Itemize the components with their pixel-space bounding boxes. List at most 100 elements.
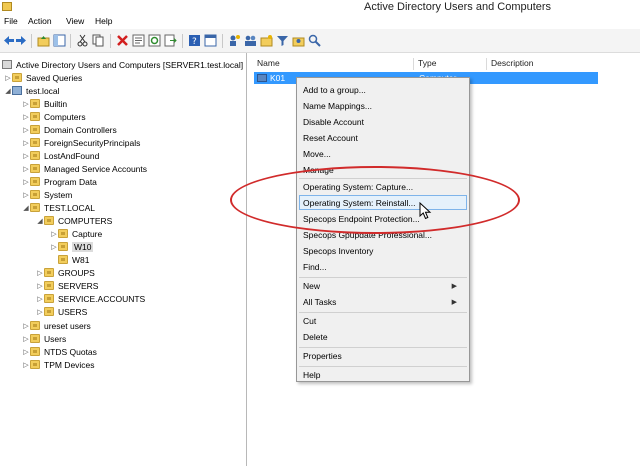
expand-arrow-icon[interactable]: ▷ xyxy=(22,113,30,121)
tree-item-ntds-quotas[interactable]: ▷ NTDS Quotas xyxy=(22,345,97,358)
menu-separator xyxy=(299,312,467,313)
tree-item-w81[interactable]: W81 xyxy=(58,253,89,266)
tree-item-users-ou[interactable]: ▷ USERS xyxy=(36,305,87,318)
console-icon[interactable] xyxy=(204,34,217,47)
menu-view[interactable]: View xyxy=(66,16,84,26)
tree-item-foreign-security-principals[interactable]: ▷ ForeignSecurityPrincipals xyxy=(22,136,140,149)
tree-item-label: GROUPS xyxy=(58,267,95,278)
tree-item-domain-controllers[interactable]: ▷ Domain Controllers xyxy=(22,123,116,136)
filter-icon[interactable] xyxy=(276,34,289,47)
column-header-name[interactable]: Name xyxy=(254,58,414,70)
expand-arrow-icon[interactable]: ▷ xyxy=(22,322,30,330)
collapse-arrow-icon[interactable]: ◢ xyxy=(36,217,44,225)
expand-arrow-icon[interactable]: ▷ xyxy=(22,335,30,343)
menu-item-specops-inventory[interactable]: Specops Inventory xyxy=(303,244,373,258)
tree-item-users[interactable]: ▷ Users xyxy=(22,332,66,345)
menu-item-move[interactable]: Move... xyxy=(303,147,331,161)
folder-icon xyxy=(12,73,22,82)
tree-item-computers[interactable]: ▷ Computers xyxy=(22,110,85,123)
submenu-arrow-icon: ▶ xyxy=(451,283,457,290)
tree-item-servers[interactable]: ▷ SERVERS xyxy=(36,279,98,292)
export-icon[interactable] xyxy=(164,34,177,47)
find-icon[interactable] xyxy=(308,34,321,47)
tree-item-system[interactable]: ▷ System xyxy=(22,188,72,201)
expand-arrow-icon[interactable]: ▷ xyxy=(50,230,58,238)
tree-item-lost-and-found[interactable]: ▷ LostAndFound xyxy=(22,149,99,162)
add-to-group-icon[interactable] xyxy=(292,34,305,47)
tree-item-ureset-users[interactable]: ▷ ureset users xyxy=(22,319,90,332)
menu-item-all-tasks[interactable]: All Tasks ▶ xyxy=(303,295,463,309)
collapse-arrow-icon[interactable]: ◢ xyxy=(22,204,30,212)
tree-item-test-local[interactable]: ◢ test.local xyxy=(4,84,59,97)
expand-arrow-icon[interactable]: ▷ xyxy=(36,282,44,290)
menu-item-reset-account[interactable]: Reset Account xyxy=(303,131,358,145)
tree-root-label: Active Directory Users and Computers [SE… xyxy=(16,59,244,70)
menu-item-add-to-group[interactable]: Add to a group... xyxy=(303,83,366,97)
tree-root[interactable]: Active Directory Users and Computers [SE… xyxy=(2,58,243,71)
expand-arrow-icon[interactable]: ▷ xyxy=(36,295,44,303)
tree-item-builtin[interactable]: ▷ Builtin xyxy=(22,97,67,110)
back-icon[interactable] xyxy=(2,34,15,47)
expand-arrow-icon[interactable]: ▷ xyxy=(22,348,30,356)
menu-item-new[interactable]: New ▶ xyxy=(303,279,463,293)
expand-arrow-icon[interactable]: ▷ xyxy=(36,308,44,316)
folder-icon xyxy=(58,242,68,251)
show-tree-icon[interactable] xyxy=(53,34,66,47)
expand-arrow-icon[interactable]: ▷ xyxy=(22,165,30,173)
menu-help[interactable]: Help xyxy=(95,16,112,26)
new-ou-icon[interactable] xyxy=(260,34,273,47)
menu-separator xyxy=(299,347,467,348)
menu-item-name-mappings[interactable]: Name Mappings... xyxy=(303,99,372,113)
up-folder-icon[interactable] xyxy=(37,34,50,47)
menu-action[interactable]: Action xyxy=(28,16,52,26)
tree-item-tpm-devices[interactable]: ▷ TPM Devices xyxy=(22,358,94,371)
refresh-icon[interactable] xyxy=(148,34,161,47)
console-root-icon xyxy=(2,60,12,69)
menu-item-help[interactable]: Help xyxy=(303,368,320,382)
menu-item-disable-account[interactable]: Disable Account xyxy=(303,115,364,129)
copy-icon[interactable] xyxy=(92,34,105,47)
menu-item-properties[interactable]: Properties xyxy=(303,349,342,363)
help-icon[interactable]: ? xyxy=(188,34,201,47)
expand-arrow-icon[interactable]: ▷ xyxy=(22,139,30,147)
expand-arrow-icon[interactable]: ▷ xyxy=(4,74,12,82)
expand-arrow-icon[interactable]: ▷ xyxy=(22,178,30,186)
menu-item-cut[interactable]: Cut xyxy=(303,314,316,328)
console-tree[interactable]: Active Directory Users and Computers [SE… xyxy=(0,53,247,466)
svg-text:?: ? xyxy=(192,37,197,47)
tree-item-label: SERVICE.ACCOUNTS xyxy=(58,293,146,304)
expand-arrow-icon[interactable]: ▷ xyxy=(50,243,58,251)
expand-arrow-icon[interactable]: ▷ xyxy=(22,100,30,108)
tree-item-capture[interactable]: ▷ Capture xyxy=(50,227,102,240)
expand-arrow-icon[interactable]: ▷ xyxy=(22,191,30,199)
collapse-arrow-icon[interactable]: ◢ xyxy=(4,87,12,95)
properties-icon[interactable] xyxy=(132,34,145,47)
expand-arrow-icon[interactable]: ▷ xyxy=(22,361,30,369)
tree-item-managed-service-accounts[interactable]: ▷ Managed Service Accounts xyxy=(22,162,147,175)
tree-item-service-accounts[interactable]: ▷ SERVICE.ACCOUNTS xyxy=(36,292,145,305)
menu-item-find[interactable]: Find... xyxy=(303,260,327,274)
column-header-type[interactable]: Type xyxy=(415,58,487,70)
column-header-description[interactable]: Description xyxy=(488,58,598,70)
delete-icon[interactable] xyxy=(116,34,129,47)
tree-item-computers-ou[interactable]: ◢ COMPUTERS xyxy=(36,214,112,227)
tree-item-program-data[interactable]: ▷ Program Data xyxy=(22,175,97,188)
menu-file[interactable]: File xyxy=(4,16,18,26)
tree-item-label: Saved Queries xyxy=(26,72,83,83)
tree-item-saved-queries[interactable]: ▷ Saved Queries xyxy=(4,71,82,84)
expand-arrow-icon[interactable]: ▷ xyxy=(22,152,30,160)
new-user-icon[interactable] xyxy=(228,34,241,47)
folder-icon xyxy=(30,360,40,369)
new-group-icon[interactable] xyxy=(244,34,257,47)
tree-item-w10[interactable]: ▷ W10 xyxy=(50,240,94,253)
expand-arrow-icon[interactable]: ▷ xyxy=(36,269,44,277)
cut-icon[interactable] xyxy=(76,34,89,47)
tree-item-groups[interactable]: ▷ GROUPS xyxy=(36,266,95,279)
tree-item-test-local-ou[interactable]: ◢ TEST.LOCAL xyxy=(22,201,95,214)
tree-item-label: LostAndFound xyxy=(44,150,100,161)
menu-item-delete[interactable]: Delete xyxy=(303,330,328,344)
menu-item-label: New xyxy=(303,281,321,291)
expand-arrow-icon[interactable]: ▷ xyxy=(22,126,30,134)
forward-icon[interactable] xyxy=(15,34,28,47)
tree-item-label: Program Data xyxy=(44,176,97,187)
